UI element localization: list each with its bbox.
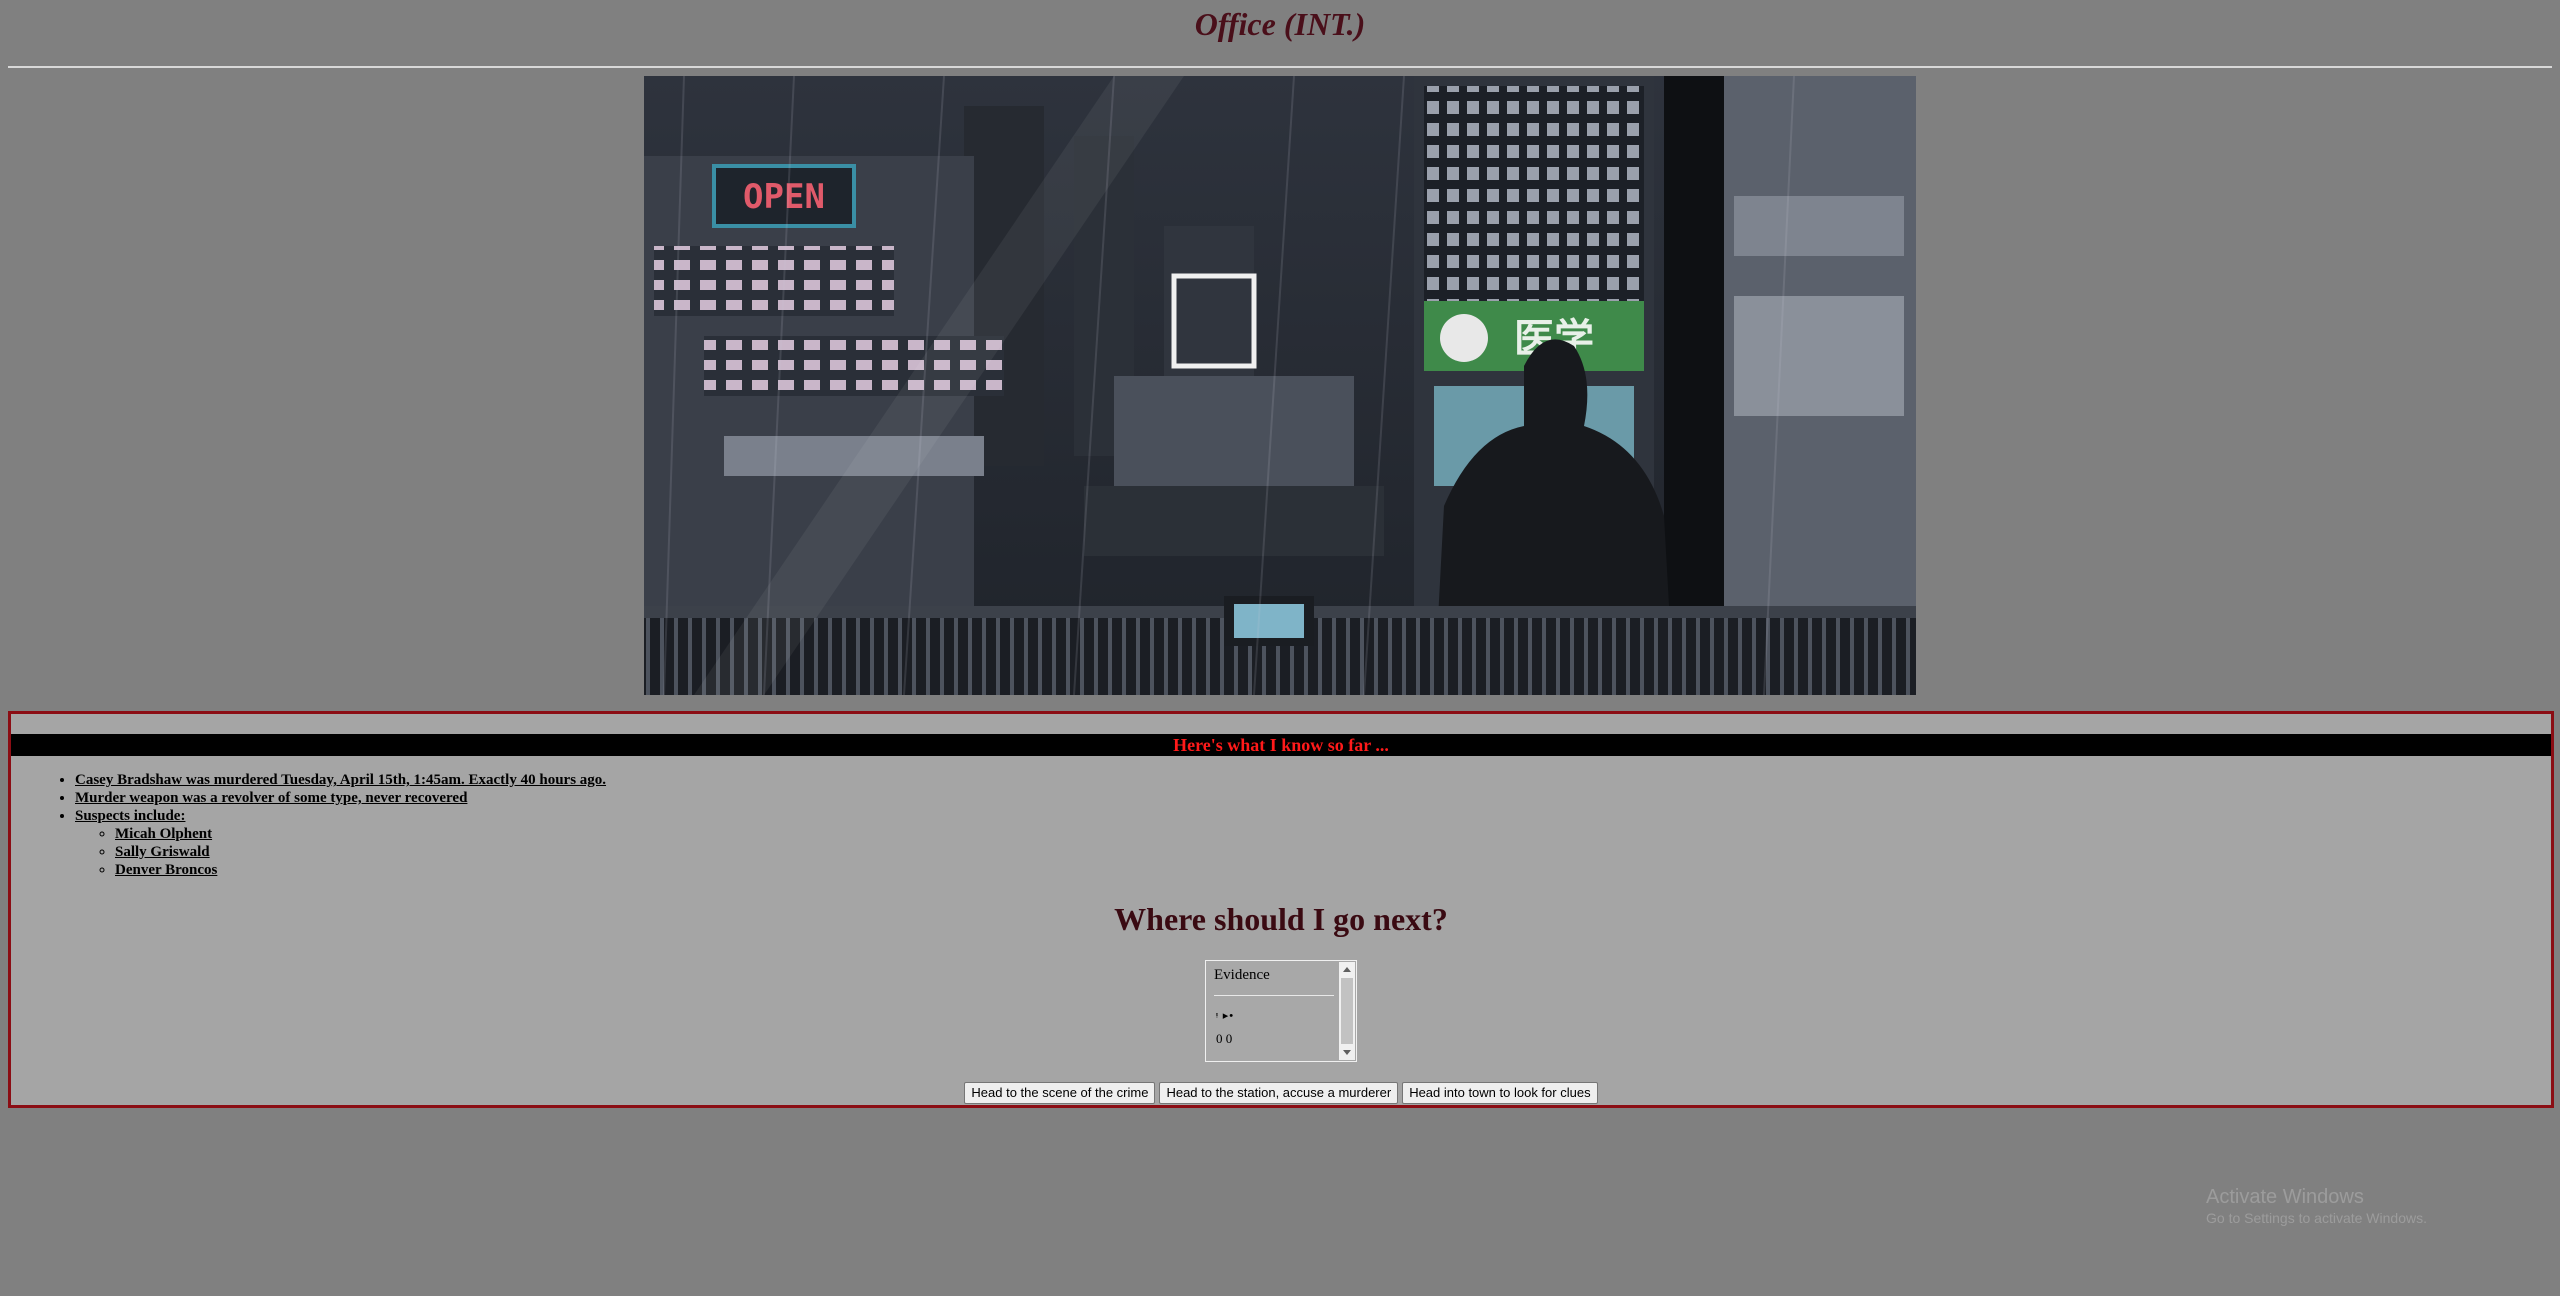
activate-windows-watermark: Activate Windows Go to Settings to activ… [2206,1185,2427,1227]
fact-item: Suspects include: Micah Olphent Sally Gr… [75,807,606,879]
notes-header: Here's what I know so far ... [11,734,2551,756]
scroll-down-icon[interactable] [1343,1050,1351,1055]
page-title: Office (INT.) [1194,6,1366,42]
suspects-list: Micah Olphent Sally Griswald Denver Bron… [75,825,606,879]
watermark-title: Activate Windows [2206,1186,2364,1208]
evidence-label: Evidence [1214,967,1270,983]
evidence-list[interactable]: Evidence ᵎ ▸• 0 0 [1205,960,1357,1062]
question-heading: Where should I go next? [1114,901,1448,937]
suspect-item: Micah Olphent [115,825,606,843]
accuse-murderer-button[interactable]: Head to the station, accuse a murderer [1159,1082,1399,1104]
evidence-value: 0 0 [1216,1031,1233,1046]
fact-text: Suspects include: [75,808,186,824]
svg-text:OPEN: OPEN [743,177,825,217]
suspect-name: Micah Olphent [115,826,213,842]
title-divider [8,66,2552,68]
evidence-divider [1214,995,1334,996]
scroll-thumb[interactable] [1341,978,1353,1044]
scroll-up-icon[interactable] [1343,967,1351,972]
facts-list: Casey Bradshaw was murdered Tuesday, Apr… [75,771,606,879]
notes-panel: Here's what I know so far ... Casey Brad… [8,711,2554,1108]
fact-item: Casey Bradshaw was murdered Tuesday, Apr… [75,771,606,789]
evidence-scrollbar[interactable] [1339,962,1355,1060]
evidence-item-icon: ᵎ ▸• [1216,1010,1235,1022]
fact-text: Murder weapon was a revolver of some typ… [75,790,468,806]
fact-item: Murder weapon was a revolver of some typ… [75,789,606,807]
fact-text: Casey Bradshaw was murdered Tuesday, Apr… [75,772,607,788]
watermark-subtitle: Go to Settings to activate Windows. [2206,1210,2427,1226]
suspect-name: Sally Griswald [115,844,210,860]
scene-image: OPEN 医学 [644,76,1916,695]
choice-buttons: Head to the scene of the crime Head to t… [11,1082,2551,1104]
suspect-name: Denver Broncos [115,862,218,878]
look-for-clues-button[interactable]: Head into town to look for clues [1402,1082,1598,1104]
suspect-item: Sally Griswald [115,843,606,861]
crime-scene-button[interactable]: Head to the scene of the crime [964,1082,1156,1104]
suspect-item: Denver Broncos [115,861,606,879]
